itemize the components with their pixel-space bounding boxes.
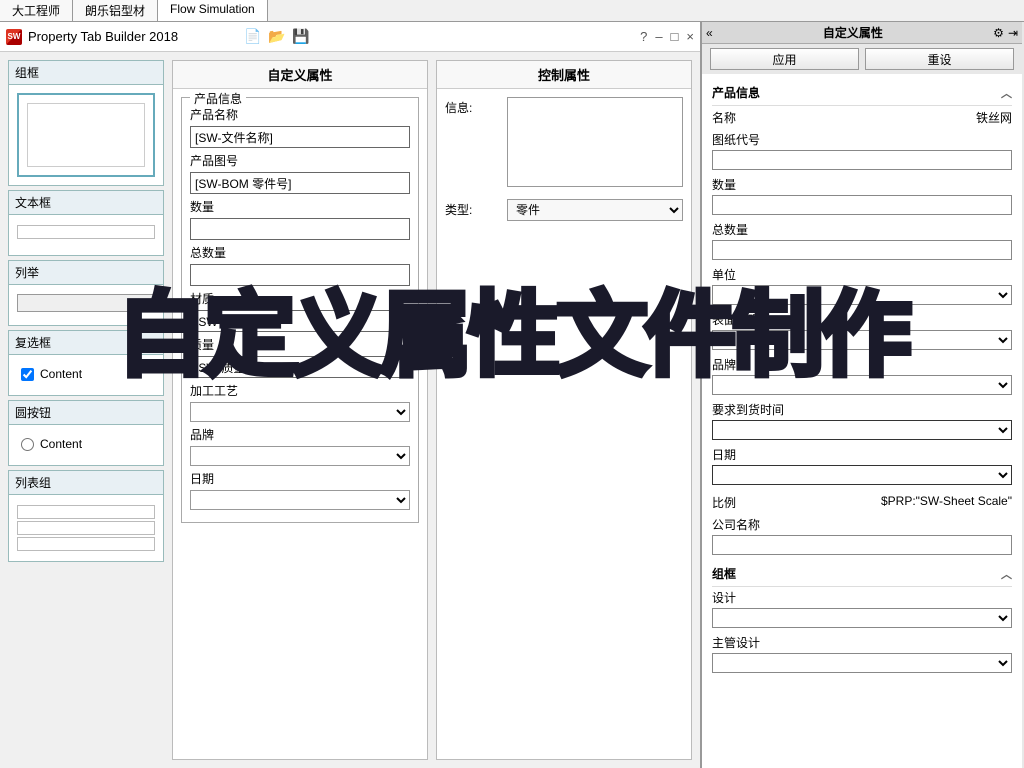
pin-icon[interactable]: ⇥ <box>1008 26 1018 40</box>
name-value: 铁丝网 <box>976 109 1012 126</box>
field-input[interactable] <box>190 356 410 378</box>
date-label: 日期 <box>712 446 1012 463</box>
section-product-info[interactable]: 产品信息 ︿ <box>712 80 1012 106</box>
company-input[interactable] <box>712 535 1012 555</box>
field-input[interactable] <box>190 264 410 286</box>
palette-groupbox[interactable]: 组框 <box>8 60 164 186</box>
field-label: 材质 <box>190 290 410 307</box>
scale-label: 比例 <box>712 494 736 511</box>
palette-list[interactable]: 列举 <box>8 260 164 326</box>
field-select[interactable] <box>190 402 410 422</box>
field-label: 日期 <box>190 470 410 487</box>
palette-textbox[interactable]: 文本框 <box>8 190 164 256</box>
checkbox-preview <box>21 368 34 381</box>
maximize-button[interactable]: □ <box>671 29 679 44</box>
reset-button[interactable]: 重设 <box>865 48 1014 70</box>
tab-flow-simulation[interactable]: Flow Simulation <box>158 0 268 21</box>
minimize-button[interactable]: – <box>655 29 662 44</box>
panel-field-input[interactable] <box>712 240 1012 260</box>
new-file-icon[interactable]: 📄 <box>244 28 262 46</box>
control-palette: 组框 文本框 列举 复选框 Content 圆按钮 Content <box>8 60 164 760</box>
titlebar: SW Property Tab Builder 2018 📄 📂 💾 ? – □… <box>0 22 700 52</box>
center-header: 自定义属性 <box>173 61 427 89</box>
custom-properties-column: 自定义属性 产品信息 产品名称产品图号数量总数量材质质量加工工艺品牌日期 <box>172 60 428 760</box>
panel-title: 自定义属性 <box>713 24 993 41</box>
app-title: Property Tab Builder 2018 <box>28 29 178 44</box>
panel-field-select[interactable] <box>712 285 1012 305</box>
palette-checkbox[interactable]: 复选框 Content <box>8 330 164 396</box>
task-pane: « 自定义属性 ⚙ ⇥ 应用 重设 产品信息 ︿ 名称 铁丝网 图纸代号数量总数… <box>702 22 1022 768</box>
type-select[interactable]: 零件 <box>507 199 683 221</box>
panel-field-label: 单位 <box>712 266 1012 283</box>
chief-design-label: 主管设计 <box>712 634 1012 651</box>
control-properties-column: 控制属性 信息: 类型: 零件 <box>436 60 692 760</box>
tab-dagongchengshi[interactable]: 大工程师 <box>0 0 73 21</box>
tab-langle[interactable]: 朗乐铝型材 <box>73 0 158 21</box>
save-icon[interactable]: 💾 <box>292 28 310 46</box>
top-tabs: 大工程师 朗乐铝型材 Flow Simulation <box>0 0 1024 22</box>
field-input[interactable] <box>190 310 410 332</box>
section-groupbox[interactable]: 组框 ︿ <box>712 561 1012 587</box>
palette-radio[interactable]: 圆按钮 Content <box>8 400 164 466</box>
panel-field-label: 数量 <box>712 176 1012 193</box>
company-label: 公司名称 <box>712 516 1012 533</box>
solidworks-logo-icon: SW <box>6 29 22 45</box>
date-select[interactable] <box>712 465 1012 485</box>
field-input[interactable] <box>190 218 410 240</box>
brand-select[interactable] <box>712 375 1012 395</box>
close-button[interactable]: × <box>686 29 694 44</box>
panel-field-select[interactable] <box>712 330 1012 350</box>
open-file-icon[interactable]: 📂 <box>268 28 286 46</box>
product-info-group: 产品信息 产品名称产品图号数量总数量材质质量加工工艺品牌日期 <box>181 97 419 523</box>
panel-field-input[interactable] <box>712 195 1012 215</box>
field-label: 产品名称 <box>190 106 410 123</box>
name-label: 名称 <box>712 109 736 126</box>
req-date-select[interactable] <box>712 420 1012 440</box>
chevron-up-icon: ︿ <box>1001 566 1012 582</box>
info-textarea[interactable] <box>507 97 683 187</box>
field-label: 数量 <box>190 198 410 215</box>
field-label: 品牌 <box>190 426 410 443</box>
panel-field-label: 总数量 <box>712 221 1012 238</box>
design-select[interactable] <box>712 608 1012 628</box>
design-label: 设计 <box>712 589 1012 606</box>
info-label: 信息: <box>445 97 495 116</box>
field-label: 总数量 <box>190 244 410 261</box>
apply-button[interactable]: 应用 <box>710 48 859 70</box>
gear-icon[interactable]: ⚙ <box>993 26 1004 40</box>
type-label: 类型: <box>445 199 495 218</box>
help-button[interactable]: ? <box>640 29 647 44</box>
field-label: 加工工艺 <box>190 382 410 399</box>
panel-field-input[interactable] <box>712 150 1012 170</box>
req-date-label: 要求到货时间 <box>712 401 1012 418</box>
field-input[interactable] <box>190 126 410 148</box>
radio-preview <box>21 438 34 451</box>
control-header: 控制属性 <box>437 61 691 89</box>
brand-label: 品牌 <box>712 356 1012 373</box>
field-label: 产品图号 <box>190 152 410 169</box>
panel-field-label: 表面处理 <box>712 311 1012 328</box>
scale-value: $PRP:"SW-Sheet Scale" <box>881 494 1012 511</box>
collapse-left-icon[interactable]: « <box>706 26 713 40</box>
chief-design-select[interactable] <box>712 653 1012 673</box>
panel-field-label: 图纸代号 <box>712 131 1012 148</box>
chevron-up-icon: ︿ <box>1001 85 1012 101</box>
field-select[interactable] <box>190 446 410 466</box>
field-label: 质量 <box>190 336 410 353</box>
palette-listgroup[interactable]: 列表组 <box>8 470 164 562</box>
field-select[interactable] <box>190 490 410 510</box>
field-input[interactable] <box>190 172 410 194</box>
